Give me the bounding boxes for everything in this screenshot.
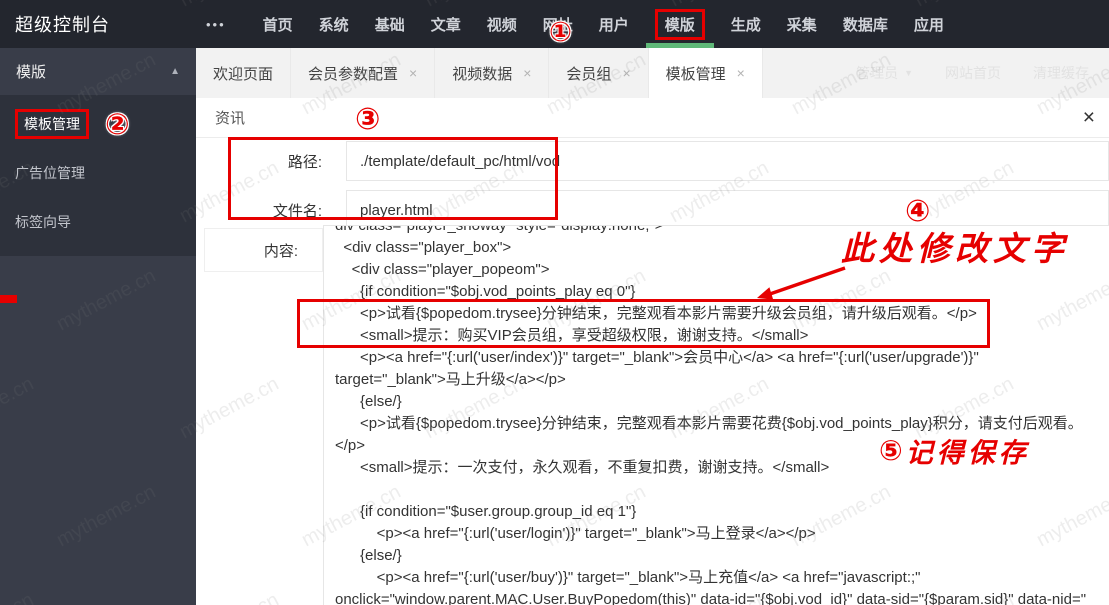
code-line: {else/} (335, 393, 402, 410)
nav-item-collect[interactable]: 采集 (774, 0, 830, 48)
tab-bar: 欢迎页面 会员参数配置 × 视频数据 × 会员组 × 模板管理 × 管理员 ▼ … (196, 48, 1109, 98)
code-line: <p>试看{$popedom.trysee}分钟结束，完整观看本影片需要升级会员… (335, 305, 977, 322)
code-line: <p><a href="{:url('user/login')}" target… (335, 525, 816, 542)
admin-user-menu[interactable]: 管理员 ▼ (856, 63, 913, 83)
filename-input[interactable]: player.html (346, 190, 1109, 230)
sidebar-item-template-manage[interactable]: 模板管理 ② (0, 99, 196, 148)
nav-item-system[interactable]: 系统 (306, 0, 362, 48)
tabbar-right-links: 管理员 ▼ 网站首页 清理缓存 (856, 48, 1109, 98)
annotation-step-2: ② (105, 106, 130, 141)
tab-member-group[interactable]: 会员组 × (549, 48, 649, 98)
close-icon[interactable]: × (1083, 107, 1095, 128)
content-label: 内容: (204, 228, 323, 272)
nav-item-app[interactable]: 应用 (901, 0, 957, 48)
code-line: {if condition="$obj.vod_points_play eq 0… (335, 283, 636, 300)
sidebar-item-ad-manage[interactable]: 广告位管理 (0, 148, 196, 197)
nav-item-basic[interactable]: 基础 (362, 0, 418, 48)
main-area: 欢迎页面 会员参数配置 × 视频数据 × 会员组 × 模板管理 × 管理员 ▼ … (196, 48, 1109, 605)
sidebar: 模版 ▲ 模板管理 ② 广告位管理 标签向导 (0, 48, 196, 605)
tab-video-data[interactable]: 视频数据 × (435, 48, 550, 98)
nav-item-home[interactable]: 首页 (250, 0, 306, 48)
code-line: <small>提示：一次支付，永久观看，不重复扣费，谢谢支持。</small> (335, 459, 830, 476)
sidebar-submenu: 模板管理 ② 广告位管理 标签向导 (0, 95, 196, 256)
close-icon[interactable]: × (523, 65, 531, 81)
clear-cache-link[interactable]: 清理缓存 (1033, 63, 1089, 83)
site-home-link[interactable]: 网站首页 (945, 63, 1001, 83)
code-line: <small>提示：购买VIP会员组，享受超级权限，谢谢支持。</small> (335, 327, 809, 344)
tab-member-params[interactable]: 会员参数配置 × (291, 48, 436, 98)
close-icon[interactable]: × (737, 65, 745, 81)
app-title: 超级控制台 (15, 15, 110, 35)
collapse-up-icon: ▲ (170, 66, 180, 77)
filename-row: 文件名: player.html (196, 190, 1109, 230)
nav-item-url[interactable]: 网址 (530, 0, 586, 48)
annotation-red-dash (0, 295, 17, 303)
code-line: div class="player_showay" style="display… (335, 225, 664, 234)
panel-title: 资讯 (215, 110, 246, 127)
code-line: onclick="window.parent.MAC.User.BuyPoped… (335, 591, 1087, 605)
code-line: </p> (335, 437, 366, 454)
code-line: <p>试看{$popedom.trysee}分钟结束，完整观看本影片需要花费{$… (335, 415, 1083, 432)
content-row: 内容: div class="player_showay" style="dis… (196, 225, 1109, 605)
nav-item-user[interactable]: 用户 (586, 0, 642, 48)
nav-item-generate[interactable]: 生成 (718, 0, 774, 48)
annotation-red-box-sidebar: 模板管理 (15, 108, 89, 139)
code-line: {else/} (335, 547, 402, 564)
template-code-textarea[interactable]: div class="player_showay" style="display… (323, 225, 1109, 605)
annotation-red-box-nav: 模版 (654, 8, 705, 40)
nav-item-database[interactable]: 数据库 (830, 0, 901, 48)
path-row: 路径: ./template/default_pc/html/vod (196, 141, 1109, 181)
nav-item-video[interactable]: 视频 (474, 0, 530, 48)
tab-template-manage[interactable]: 模板管理 × (648, 48, 763, 98)
tab-welcome[interactable]: 欢迎页面 (196, 48, 292, 98)
code-line: <div class="player_popeom"> (335, 261, 550, 278)
path-label: 路径: (287, 153, 322, 171)
code-line: <div class="player_box"> (335, 239, 512, 256)
info-panel: 资讯 × 路径: ./template/default_pc/html/vod … (196, 98, 1109, 605)
sidebar-item-tag-wizard[interactable]: 标签向导 (0, 197, 196, 246)
nav-item-article[interactable]: 文章 (418, 0, 474, 48)
nav-item-template[interactable]: 模版 (642, 0, 718, 48)
close-icon[interactable]: × (409, 65, 417, 81)
code-line: {if condition="$user.group.group_id eq 1… (335, 503, 637, 520)
topbar: 超级控制台 ••• 首页 系统 基础 文章 视频 网址 用户 模版 生成 采集 … (0, 0, 1109, 48)
code-line: target="_blank">马上升级</a></p> (335, 371, 566, 388)
filename-label: 文件名: (272, 202, 322, 220)
path-input[interactable]: ./template/default_pc/html/vod (346, 141, 1109, 181)
code-line: <p><a href="{:url('user/index')}" target… (335, 349, 979, 366)
more-menu-icon[interactable]: ••• (196, 17, 250, 32)
top-nav: 首页 系统 基础 文章 视频 网址 用户 模版 生成 采集 数据库 应用 (250, 0, 957, 48)
chevron-down-icon: ▼ (904, 68, 913, 78)
close-icon[interactable]: × (622, 65, 630, 81)
code-line: <p><a href="{:url('user/buy')}" target="… (335, 569, 921, 586)
template-form: 路径: ./template/default_pc/html/vod 文件名: … (196, 138, 1109, 230)
panel-header: 资讯 × (196, 98, 1109, 138)
sidebar-group-template[interactable]: 模版 ▲ (0, 48, 196, 95)
